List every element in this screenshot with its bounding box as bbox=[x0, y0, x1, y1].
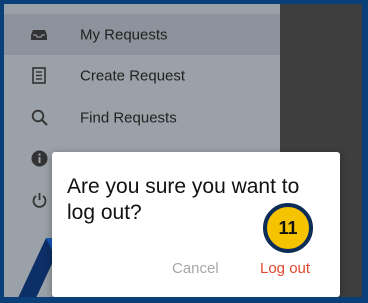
form-list-icon bbox=[30, 67, 48, 85]
step-number-badge: 11 bbox=[263, 203, 313, 253]
inbox-tray-icon bbox=[30, 26, 48, 44]
drawer-item-find-requests[interactable]: Find Requests bbox=[4, 97, 280, 138]
drawer-item-my-requests[interactable]: My Requests bbox=[4, 14, 280, 55]
drawer-item-create-request[interactable]: Create Request bbox=[4, 55, 280, 96]
info-icon bbox=[30, 150, 48, 168]
drawer-item-label: Find Requests bbox=[80, 109, 177, 126]
cancel-button[interactable]: Cancel bbox=[172, 260, 219, 277]
search-icon bbox=[30, 109, 48, 127]
logout-button[interactable]: Log out bbox=[260, 260, 310, 277]
drawer-item-label: Create Request bbox=[80, 67, 186, 84]
app-frame: My Requests Create Request Find Requests… bbox=[4, 4, 362, 297]
drawer-item-label: My Requests bbox=[80, 26, 168, 43]
power-icon bbox=[30, 192, 48, 210]
